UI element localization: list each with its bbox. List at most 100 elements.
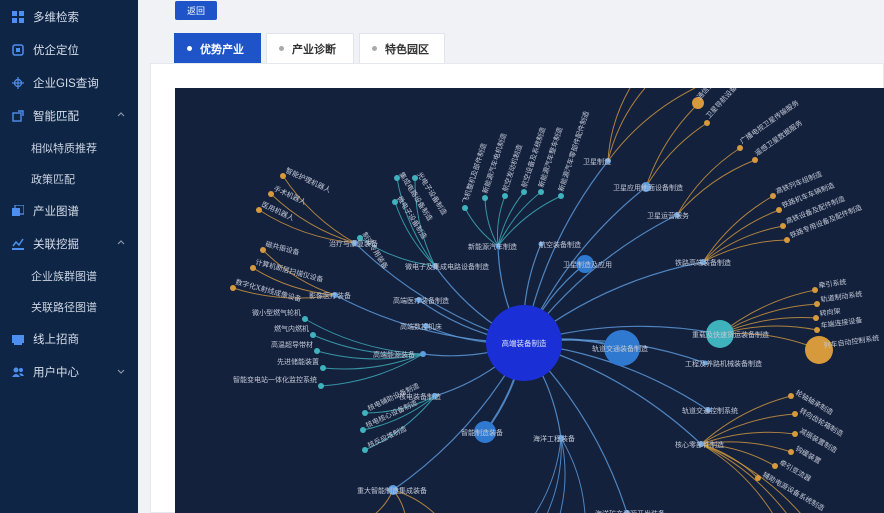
graph-label: 高端数控机床 (400, 322, 442, 331)
graph-label: 钩缓装置 (794, 444, 823, 466)
graph-link (702, 195, 774, 263)
graph-label: 转向架 (819, 306, 841, 318)
graph-link (645, 122, 708, 188)
grid-icon (12, 11, 24, 23)
graph-leaf-node[interactable] (776, 207, 782, 213)
sidebar-item-user-center[interactable]: 用户中心 (0, 355, 138, 388)
graph-leaf-node[interactable] (362, 447, 368, 453)
graph-leaf-node[interactable] (813, 315, 819, 321)
sidebar-item-label: 企业GIS查询 (33, 77, 99, 90)
graph-hub-node[interactable] (420, 351, 426, 357)
sidebar-subitem-path-graph[interactable]: 关联路径图谱 (0, 291, 138, 322)
tab-dot (187, 46, 192, 51)
sidebar-item-smart-match[interactable]: 智能匹配 (0, 99, 138, 132)
graph-label: 广播电视卫星传输服务 (738, 98, 801, 146)
graph-label: 智能变电站一体化监控系统 (233, 375, 317, 384)
graph-leaf-node[interactable] (462, 205, 468, 211)
graph-leaf-node[interactable] (814, 327, 820, 333)
sidebar-item-industry-map[interactable]: 产业图谱 (0, 194, 138, 227)
chevron-up-icon (117, 240, 125, 245)
graph-leaf-node[interactable] (538, 189, 544, 195)
target-icon (12, 43, 24, 56)
graph-leaf-node[interactable] (558, 193, 564, 199)
graph-decor-node[interactable] (805, 336, 833, 364)
graph-leaf-node[interactable] (482, 195, 488, 201)
tab-label: 优势产业 (200, 43, 244, 56)
graph-leaf-node[interactable] (755, 475, 761, 481)
graph-leaf-node[interactable] (360, 427, 366, 433)
tab-dot (372, 46, 377, 51)
sidebar-item-gis-query[interactable]: 企业GIS查询 (0, 66, 138, 99)
graph-label: 列车自动控制系统 (823, 333, 880, 350)
tab-industry-diagnosis[interactable]: 产业诊断 (266, 33, 354, 63)
graph-label: 磁共振设备 (264, 239, 300, 257)
sidebar-item-multi-search[interactable]: 多维检索 (0, 1, 138, 33)
graph-label: 卫星制造及应用 (563, 260, 612, 269)
chart-icon (12, 238, 24, 250)
graph-label: 智能制造装备 (461, 428, 503, 437)
graph-leaf-node[interactable] (812, 287, 818, 293)
graph-leaf-node[interactable] (770, 193, 776, 199)
graph-leaf-node[interactable] (814, 301, 820, 307)
graph-leaf-node[interactable] (788, 449, 794, 455)
graph-label: 卫星应用地面设备制造 (613, 183, 683, 192)
graph-leaf-node[interactable] (318, 383, 324, 389)
graph-leaf-node[interactable] (320, 365, 326, 371)
graph-leaf-node[interactable] (780, 223, 786, 229)
graph-leaf-node[interactable] (792, 411, 798, 417)
sidebar-item-label: 智能匹配 (33, 110, 79, 123)
graph-leaf-node[interactable] (502, 193, 508, 199)
graph-leaf-node[interactable] (314, 348, 320, 354)
back-button[interactable]: 返回 (175, 1, 217, 20)
graph-label: 治疗与康复装备 (329, 239, 378, 248)
sidebar-subitem-policy-match[interactable]: 政策匹配 (0, 163, 138, 194)
graph-label: 轨道制动系统 (820, 289, 863, 304)
graph-leaf-node[interactable] (302, 316, 308, 322)
graph-label: 先进储能装置 (277, 357, 319, 366)
graph-label: 高端装备制造 (502, 338, 547, 348)
graph-label: 计算机断层扫描仪设备 (254, 257, 324, 284)
sidebar-item-online-investment[interactable]: 线上招商 (0, 322, 138, 355)
graph-leaf-node[interactable] (737, 145, 743, 151)
graph-link (484, 197, 499, 247)
sidebar-subitem-similar-recommend[interactable]: 相似特质推荐 (0, 132, 138, 163)
graph-leaf-node[interactable] (310, 332, 316, 338)
tab-advantage-industry[interactable]: 优势产业 (174, 33, 261, 63)
tab-label: 特色园区 (385, 43, 429, 56)
sidebar-item-label: 关联挖掘 (33, 238, 79, 251)
graph-label: 医用机器人 (260, 200, 296, 223)
industry-graph[interactable]: 飞机整机及部件制造 新能源汽车电机制造 航空发动机制造 航空设备及系统制造 新能源汽车整… (175, 88, 884, 513)
sidebar-item-label: 线上招商 (33, 333, 79, 346)
graph-link (676, 159, 756, 216)
graph-label: 高温超导带材 (271, 340, 313, 349)
graph-label: 数字化X射线成像设备 (234, 277, 302, 303)
graph-leaf-node[interactable] (752, 157, 758, 163)
sidebar-item-enterprise-locate[interactable]: 优企定位 (0, 33, 138, 66)
graph-leaf-node[interactable] (788, 393, 794, 399)
sidebar-item-relation-mining[interactable]: 关联挖掘 (0, 227, 138, 260)
graph-label: 新能源汽车零部件配件制造 (556, 110, 591, 193)
graph-leaf-node[interactable] (362, 410, 368, 416)
graph-label: 卫星运营服务 (647, 211, 689, 220)
graph-label: 核电装备制造 (399, 392, 441, 401)
graph-label: 车端连接设备 (820, 315, 863, 330)
graph-label: 微小型燃气轮机 (252, 308, 301, 317)
graph-label: 制造专用装备 (360, 230, 390, 270)
sidebar-subitem-cluster-graph[interactable]: 企业族群图谱 (0, 260, 138, 291)
graph-link (719, 303, 818, 335)
sidebar-item-label: 用户中心 (33, 366, 79, 379)
tab-featured-park[interactable]: 特色园区 (359, 33, 445, 63)
graph-leaf-node[interactable] (704, 120, 710, 126)
industry-graph-canvas[interactable]: 飞机整机及部件制造新能源汽车电机制造航空发动机制造航空设备及系统制造新能源汽车整… (175, 88, 884, 513)
graph-label: 牵引变流器 (778, 458, 813, 483)
graph-link (464, 207, 499, 247)
graph-leaf-node[interactable] (792, 431, 798, 437)
sidebar-item-label: 优企定位 (33, 44, 79, 57)
graph-leaf-node[interactable] (521, 189, 527, 195)
graph-leaf-node[interactable] (784, 237, 790, 243)
tab-dot (279, 46, 284, 51)
app-root: 多维检索 优企定位 企业GIS查询 智能匹配 相似特质推荐 政策匹配 产业图谱 … (0, 0, 884, 513)
sidebar-item-label: 产业图谱 (33, 205, 79, 218)
graph-label: 微电子及集成电路设备制造 (405, 262, 489, 271)
graph-leaf-node[interactable] (772, 463, 778, 469)
